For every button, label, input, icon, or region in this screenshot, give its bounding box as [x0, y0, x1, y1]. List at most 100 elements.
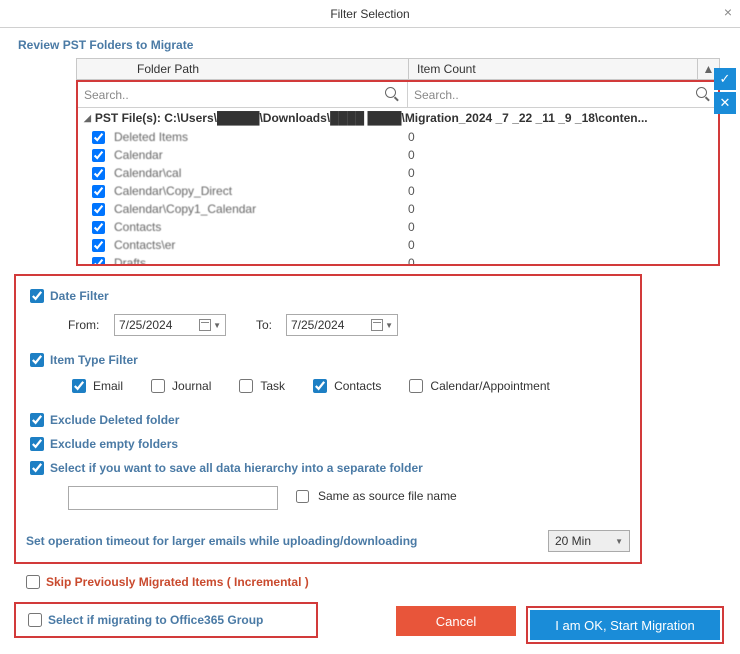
close-icon[interactable]: ×: [724, 4, 732, 20]
type-contacts-checkbox[interactable]: [313, 379, 327, 393]
row-checkbox[interactable]: [92, 239, 105, 252]
row-item-count: 0: [404, 166, 718, 180]
skip-previous-checkbox[interactable]: [26, 575, 40, 589]
exclude-empty-checkbox[interactable]: [30, 437, 44, 451]
table-row[interactable]: Calendar\cal0: [78, 164, 718, 182]
row-checkbox[interactable]: [92, 185, 105, 198]
row-folder-path: Calendar\cal: [114, 166, 404, 180]
section-title: Review PST Folders to Migrate: [18, 38, 740, 52]
type-calendar[interactable]: Calendar/Appointment: [405, 376, 549, 396]
exclude-deleted-toggle[interactable]: Exclude Deleted folder: [26, 410, 630, 430]
start-button-highlight: I am OK, Start Migration: [526, 606, 724, 644]
grid-rows: Deleted Items0Calendar0Calendar\cal0Cale…: [78, 128, 718, 266]
type-task-label: Task: [260, 379, 285, 393]
row-folder-path: Calendar: [114, 148, 404, 162]
type-email-label: Email: [93, 379, 123, 393]
timeout-label: Set operation timeout for larger emails …: [26, 534, 417, 548]
folder-grid: Search.. Search.. ◢ PST File(s): C:\User…: [76, 80, 720, 266]
same-as-source-toggle[interactable]: Same as source file name: [292, 487, 457, 506]
row-checkbox[interactable]: [92, 257, 105, 267]
item-type-toggle[interactable]: Item Type Filter: [26, 350, 630, 370]
filter-panel: Date Filter From: 7/25/2024 ▼ To: 7/25/2…: [14, 274, 642, 564]
to-date-picker[interactable]: 7/25/2024 ▼: [286, 314, 398, 336]
row-checkbox[interactable]: [92, 203, 105, 216]
table-row[interactable]: Drafts0: [78, 254, 718, 266]
item-type-label: Item Type Filter: [50, 353, 138, 367]
office365-group-checkbox[interactable]: [28, 613, 42, 627]
row-checkbox[interactable]: [92, 149, 105, 162]
table-row[interactable]: Calendar\Copy_Direct0: [78, 182, 718, 200]
skip-previous-toggle[interactable]: Skip Previously Migrated Items ( Increme…: [22, 572, 740, 592]
date-filter-checkbox[interactable]: [30, 289, 44, 303]
search-row: Search.. Search..: [78, 82, 718, 108]
type-calendar-checkbox[interactable]: [409, 379, 423, 393]
type-task[interactable]: Task: [235, 376, 285, 396]
row-checkbox[interactable]: [92, 221, 105, 234]
row-folder-path: Contacts: [114, 220, 404, 234]
search-folder-path[interactable]: Search..: [78, 82, 408, 107]
table-row[interactable]: Deleted Items0: [78, 128, 718, 146]
title-bar: Filter Selection ×: [0, 0, 740, 28]
row-item-count: 0: [404, 184, 718, 198]
row-item-count: 0: [404, 256, 718, 266]
header-folder-path[interactable]: Folder Path: [77, 59, 409, 79]
calendar-icon: [199, 319, 211, 331]
row-item-count: 0: [404, 130, 718, 144]
from-date-picker[interactable]: 7/25/2024 ▼: [114, 314, 226, 336]
type-journal[interactable]: Journal: [147, 376, 211, 396]
hierarchy-row: Same as source file name: [26, 482, 630, 510]
type-email-checkbox[interactable]: [72, 379, 86, 393]
search-icon: [696, 87, 710, 101]
hierarchy-folder-input[interactable]: [68, 486, 278, 510]
same-as-source-checkbox[interactable]: [296, 490, 309, 503]
row-folder-path: Calendar\Copy_Direct: [114, 184, 404, 198]
exclude-deleted-label: Exclude Deleted folder: [50, 413, 179, 427]
table-row[interactable]: Contacts0: [78, 218, 718, 236]
item-types-row: Email Journal Task Contacts Calendar/App…: [68, 376, 630, 396]
start-migration-button[interactable]: I am OK, Start Migration: [530, 610, 720, 640]
type-contacts[interactable]: Contacts: [309, 376, 381, 396]
timeout-row: Set operation timeout for larger emails …: [26, 530, 630, 552]
row-checkbox[interactable]: [92, 167, 105, 180]
header-item-count[interactable]: Item Count: [409, 59, 697, 79]
exclude-empty-toggle[interactable]: Exclude empty folders: [26, 434, 630, 454]
to-date-value: 7/25/2024: [291, 318, 344, 332]
exclude-deleted-checkbox[interactable]: [30, 413, 44, 427]
chevron-down-icon: ▼: [385, 321, 393, 330]
table-row[interactable]: Calendar0: [78, 146, 718, 164]
row-folder-path: Calendar\Copy1_Calendar: [114, 202, 404, 216]
pst-root-row[interactable]: ◢ PST File(s): C:\Users\█████\Downloads\…: [78, 108, 718, 128]
row-checkbox[interactable]: [92, 131, 105, 144]
grid-headers: Folder Path Item Count ▲: [76, 58, 720, 80]
table-row[interactable]: Calendar\Copy1_Calendar0: [78, 200, 718, 218]
chevron-down-icon: ▼: [213, 321, 221, 330]
calendar-icon: [371, 319, 383, 331]
from-label: From:: [68, 318, 114, 332]
timeout-dropdown[interactable]: 20 Min ▼: [548, 530, 630, 552]
date-row: From: 7/25/2024 ▼ To: 7/25/2024 ▼: [68, 314, 630, 336]
row-item-count: 0: [404, 238, 718, 252]
type-task-checkbox[interactable]: [239, 379, 253, 393]
row-folder-path: Deleted Items: [114, 130, 404, 144]
type-calendar-label: Calendar/Appointment: [430, 379, 549, 393]
search-item-count[interactable]: Search..: [408, 82, 718, 107]
date-filter-toggle[interactable]: Date Filter: [26, 286, 630, 306]
search-placeholder-left: Search..: [84, 88, 129, 102]
type-email[interactable]: Email: [68, 376, 123, 396]
table-row[interactable]: Contacts\er0: [78, 236, 718, 254]
cancel-button[interactable]: Cancel: [396, 606, 516, 636]
hierarchy-checkbox[interactable]: [30, 461, 44, 475]
date-filter-label: Date Filter: [50, 289, 109, 303]
row-item-count: 0: [404, 148, 718, 162]
type-journal-checkbox[interactable]: [151, 379, 165, 393]
button-row: Cancel I am OK, Start Migration: [396, 606, 724, 644]
item-type-checkbox[interactable]: [30, 353, 44, 367]
to-label: To:: [256, 318, 286, 332]
hierarchy-toggle[interactable]: Select if you want to save all data hier…: [26, 458, 630, 478]
timeout-value: 20 Min: [555, 534, 591, 548]
office365-group-toggle[interactable]: Select if migrating to Office365 Group: [14, 602, 318, 638]
row-item-count: 0: [404, 202, 718, 216]
hierarchy-label: Select if you want to save all data hier…: [50, 461, 423, 475]
collapse-icon[interactable]: ◢: [84, 113, 91, 124]
search-icon: [385, 87, 399, 101]
